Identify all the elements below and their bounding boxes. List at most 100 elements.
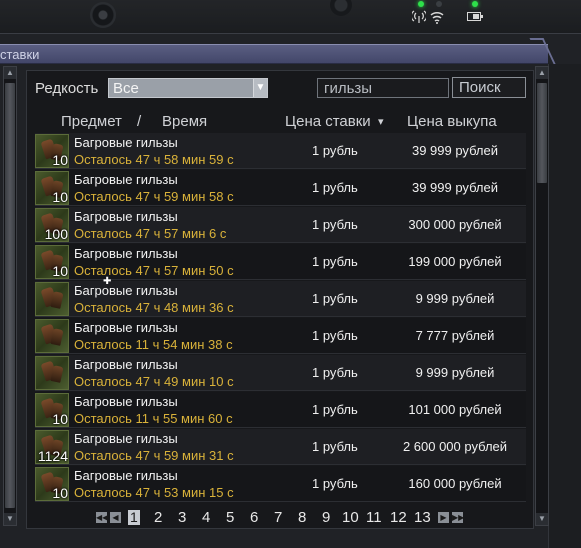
item-name: Багровые гильзы	[74, 246, 178, 261]
item-icon: 10	[35, 134, 69, 168]
sort-arrow-icon[interactable]: ▾	[378, 115, 384, 128]
column-separator: /	[137, 113, 142, 130]
search-input[interactable]	[317, 78, 449, 98]
buyout-price: 199 000 рублей	[408, 254, 502, 269]
pagination: ◀◀ ◀ 1 2 3 4 5 6 7 8 9 10 11 12 13 ▶ ▶▶	[0, 508, 548, 528]
column-time[interactable]: Время	[162, 113, 207, 130]
column-item[interactable]: Предмет	[61, 113, 122, 130]
battery-icon	[467, 12, 483, 21]
item-time-left: Осталось 47 ч 49 мин 10 с	[74, 374, 234, 389]
item-count: 10	[52, 263, 68, 279]
left-scrollbar[interactable]: ▲ ▼	[3, 66, 17, 526]
buyout-price: 39 999 рублей	[411, 180, 499, 195]
bid-price: 1 рубль	[312, 476, 358, 491]
buyout-price: 101 000 рублей	[408, 402, 502, 417]
scroll-up-icon[interactable]: ▲	[4, 67, 16, 79]
page-link-current[interactable]: 1	[128, 510, 140, 525]
table-row[interactable]: 10 Багровые гильзы Осталось 47 ч 57 мин …	[35, 244, 526, 280]
item-icon: 1124	[35, 430, 69, 464]
item-time-left: Осталось 11 ч 55 мин 60 с	[74, 411, 233, 426]
buyout-price: 160 000 рублей	[408, 476, 502, 491]
table-row[interactable]: 10 Багровые гильзы Осталось 47 ч 59 мин …	[35, 170, 526, 206]
buyout-price: 9 999 рублей	[415, 365, 495, 380]
page-link[interactable]: 13	[414, 509, 431, 526]
item-icon	[35, 282, 69, 316]
page-link[interactable]: 5	[226, 509, 234, 526]
item-count: 1124	[37, 448, 68, 464]
item-name: Багровые гильзы	[74, 283, 178, 298]
bid-price: 1 рубль	[312, 402, 358, 417]
item-icon	[35, 319, 69, 353]
prev-page-icon[interactable]: ◀	[110, 512, 121, 523]
window-title: ставки	[0, 47, 40, 62]
auction-panel: Редкость Все ▼ Поиск Предмет / Время Цен…	[26, 70, 534, 529]
item-time-left: Осталось 47 ч 59 мин 31 с	[74, 448, 234, 463]
page-link[interactable]: 10	[342, 509, 359, 526]
camera-lens	[90, 2, 116, 28]
item-name: Багровые гильзы	[74, 431, 178, 446]
sensor-dot	[330, 0, 352, 16]
item-time-left: Осталось 47 ч 59 мин 58 с	[74, 189, 234, 204]
right-scroll-thumb[interactable]	[537, 83, 547, 183]
item-icon: 10	[35, 393, 69, 427]
page-link[interactable]: 11	[366, 509, 382, 526]
mouse-cursor-icon: ✚	[103, 276, 112, 287]
bid-price: 1 рубль	[312, 291, 358, 306]
item-icon	[35, 356, 69, 390]
item-time-left: Осталось 47 ч 57 мин 6 с	[74, 226, 227, 241]
status-led-dim-icon	[436, 1, 442, 7]
item-name: Багровые гильзы	[74, 172, 178, 187]
page-link[interactable]: 12	[390, 509, 407, 526]
table-row[interactable]: 10 Багровые гильзы Осталось 11 ч 55 мин …	[35, 392, 526, 428]
chevron-down-icon[interactable]: ▼	[253, 79, 267, 97]
item-time-left: Осталось 47 ч 57 мин 50 с	[74, 263, 234, 278]
scroll-up-icon[interactable]: ▲	[536, 67, 548, 79]
page-link[interactable]: 8	[298, 509, 306, 526]
item-count: 100	[44, 226, 68, 242]
first-page-icon[interactable]: ◀◀	[96, 512, 108, 523]
status-led-icon	[472, 1, 478, 7]
table-row[interactable]: Багровые гильзы Осталось 11 ч 54 мин 38 …	[35, 318, 526, 354]
item-count: 10	[52, 189, 68, 205]
bid-price: 1 рубль	[312, 143, 358, 158]
column-buyout[interactable]: Цена выкупа	[407, 113, 497, 130]
bid-price: 1 рубль	[312, 439, 358, 454]
page-link[interactable]: 3	[178, 509, 186, 526]
device-top-bar	[0, 0, 581, 32]
bid-price: 1 рубль	[312, 254, 358, 269]
table-row[interactable]: Багровые гильзы Осталось 47 ч 49 мин 10 …	[35, 355, 526, 391]
title-bar: ставки	[0, 44, 548, 64]
item-icon: 100	[35, 208, 69, 242]
item-name: Багровые гильзы	[74, 320, 178, 335]
page-link[interactable]: 7	[274, 509, 282, 526]
buyout-price: 39 999 рублей	[411, 143, 499, 158]
table-row[interactable]: 100 Багровые гильзы Осталось 47 ч 57 мин…	[35, 207, 526, 243]
item-name: Багровые гильзы	[74, 394, 178, 409]
item-name: Багровые гильзы	[74, 468, 178, 483]
rarity-value: Все	[113, 80, 139, 97]
rarity-dropdown[interactable]: Все ▼	[108, 78, 268, 98]
page-link[interactable]: 2	[154, 509, 162, 526]
page-link[interactable]: 4	[202, 509, 210, 526]
table-row[interactable]: 10 Багровые гильзы Осталось 47 ч 58 мин …	[35, 133, 526, 169]
item-time-left: Осталось 47 ч 48 мин 36 с	[74, 300, 234, 315]
page-link[interactable]: 6	[250, 509, 258, 526]
auction-window: ставки ▲ ▼ ▲ ▼ Редкость Все ▼ Поиск Пред…	[0, 33, 581, 548]
left-scroll-thumb[interactable]	[5, 83, 15, 508]
buyout-price: 7 777 рублей	[415, 328, 495, 343]
table-header: Предмет / Время Цена ставки ▾ Цена выкуп…	[27, 113, 535, 133]
bid-price: 1 рубль	[312, 365, 358, 380]
page-link[interactable]: 9	[322, 509, 330, 526]
column-bid[interactable]: Цена ставки	[285, 113, 371, 130]
search-button[interactable]: Поиск	[452, 77, 526, 98]
rarity-label: Редкость	[35, 80, 99, 97]
status-led-icon	[418, 1, 424, 7]
last-page-icon[interactable]: ▶▶	[452, 512, 464, 523]
item-name: Багровые гильзы	[74, 357, 178, 372]
table-row[interactable]: 10 Багровые гильзы Осталось 47 ч 53 мин …	[35, 466, 526, 502]
table-row[interactable]: 1124 Багровые гильзы Осталось 47 ч 59 ми…	[35, 429, 526, 465]
item-name: Багровые гильзы	[74, 135, 178, 150]
next-page-icon[interactable]: ▶	[438, 512, 449, 523]
item-time-left: Осталось 47 ч 58 мин 59 с	[74, 152, 234, 167]
item-time-left: Осталось 11 ч 54 мин 38 с	[74, 337, 233, 352]
